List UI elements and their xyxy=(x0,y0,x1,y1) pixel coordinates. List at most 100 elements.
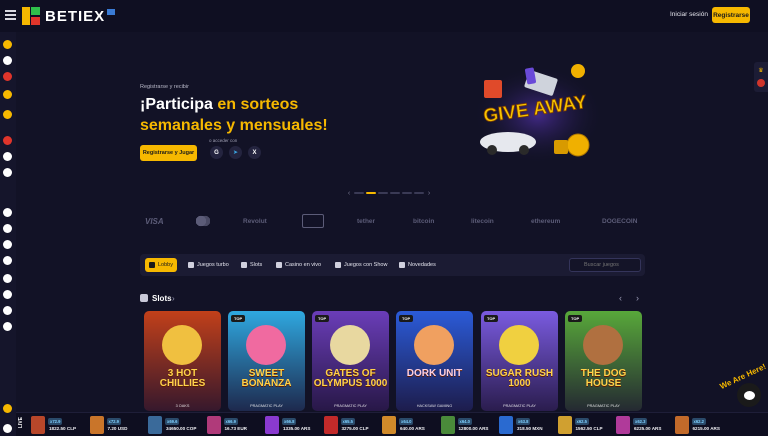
win-multiplier: x66.9 xyxy=(223,418,238,425)
thumbs-up-icon[interactable] xyxy=(3,290,12,299)
tab-icon xyxy=(188,262,194,268)
carousel-indicators: ‹ › xyxy=(346,190,432,197)
gear-icon[interactable] xyxy=(3,306,12,315)
flag-icon[interactable] xyxy=(3,404,12,413)
win-multiplier: x62.3 xyxy=(633,418,648,425)
tennis-icon[interactable] xyxy=(3,168,12,177)
top-bar: BETIEX Iniciar sesión Registrarse xyxy=(0,0,768,32)
win-amount: 3275.00 CLP xyxy=(341,426,369,431)
carousel-next-icon[interactable]: › xyxy=(426,190,432,197)
tab-lobby[interactable]: Lobby xyxy=(145,258,177,272)
game-title: 3 HOT CHILLIES xyxy=(159,368,206,389)
game-thumbnail xyxy=(557,416,572,434)
spade-icon[interactable] xyxy=(3,322,12,331)
win-amount: 7.20 USD xyxy=(107,426,128,431)
search-input[interactable] xyxy=(569,258,641,272)
trophy-icon[interactable]: ♛ xyxy=(757,66,765,74)
giveaway-banner[interactable]: GIVE AWAY xyxy=(470,60,605,165)
social-login-label: o acceder con xyxy=(209,138,238,143)
carousel-dot[interactable] xyxy=(378,192,388,194)
google-login-button[interactable]: G xyxy=(210,146,223,159)
promo-icon[interactable] xyxy=(757,79,765,87)
soccer-icon[interactable] xyxy=(3,56,12,65)
carousel-dot[interactable] xyxy=(402,192,412,194)
hero-title: ¡Participa en sorteos semanales y mensua… xyxy=(140,94,370,136)
calendar-icon[interactable] xyxy=(3,136,12,145)
game-title: SUGAR RUSH 1000 xyxy=(485,368,554,389)
win-amount: 34650.00 COP xyxy=(166,426,197,431)
slots-title[interactable]: Slots xyxy=(152,294,172,303)
game-title: SWEET BONANZA xyxy=(241,368,292,389)
tv-icon[interactable] xyxy=(3,274,12,283)
flag-icon xyxy=(107,9,116,15)
game-thumbnail xyxy=(31,416,45,434)
prev-arrow-icon[interactable]: ‹ xyxy=(619,293,622,303)
basketball-icon[interactable] xyxy=(3,208,12,217)
game-title: THE DOG HOUSE xyxy=(580,368,627,389)
win-amount: 1822.50 CLP xyxy=(49,426,77,431)
tab-label: Slots xyxy=(250,262,263,268)
win-multiplier: x62.2 xyxy=(691,418,706,425)
brand-logo[interactable]: BETIEX xyxy=(22,6,116,26)
trophy-icon[interactable] xyxy=(3,152,12,161)
game-card[interactable]: TOP DORK UNIT HACKSAW GAMING xyxy=(396,311,473,411)
carousel-dot[interactable] xyxy=(390,192,400,194)
casino-icon[interactable] xyxy=(3,40,12,49)
tab-slots[interactable]: Slots xyxy=(237,258,266,272)
top-badge: TOP xyxy=(315,315,330,322)
coin-stack-icon xyxy=(554,140,568,154)
hero-register-button[interactable]: Registrarse y Jugar xyxy=(140,145,197,161)
top-badge: TOP xyxy=(568,315,583,322)
tab-label: Juegos turbo xyxy=(197,262,229,268)
tab-juegos-con-show[interactable]: Juegos con Show xyxy=(331,258,391,272)
brand-name: BETIEX xyxy=(45,7,106,25)
chevron-right-icon[interactable]: › xyxy=(172,294,175,303)
bitcoin-logo: bitcoin xyxy=(413,217,435,225)
target-icon[interactable] xyxy=(3,240,12,249)
carousel-dot[interactable] xyxy=(414,192,424,194)
win-amount: 1335.00 ARS xyxy=(283,426,311,431)
mushroom-icon[interactable] xyxy=(3,90,12,99)
win-amount: 318.50 MXN xyxy=(517,426,543,431)
right-rail: ♛ xyxy=(754,62,768,92)
star-icon[interactable] xyxy=(3,256,12,265)
game-provider: HACKSAW GAMING xyxy=(416,404,453,408)
carousel-prev-icon[interactable]: ‹ xyxy=(346,190,352,197)
headset-icon[interactable] xyxy=(3,424,12,433)
game-card[interactable]: TOP SWEET BONANZA PRAGMATIC PLAY xyxy=(228,311,305,411)
gift-icon[interactable] xyxy=(3,224,12,233)
game-provider: PRAGMATIC PLAY xyxy=(587,404,620,408)
register-button[interactable]: Registrarse xyxy=(712,7,750,23)
carousel-dot[interactable] xyxy=(366,192,376,194)
win-amount: 16.73 EUR xyxy=(224,426,247,431)
game-thumbnail xyxy=(499,416,513,434)
tab-casino-en-vivo[interactable]: Casino en vivo xyxy=(272,258,325,272)
game-card[interactable]: TOP GATES OF OLYMPUS 1000 PRAGMATIC PLAY xyxy=(312,311,389,411)
tab-juegos-turbo[interactable]: Juegos turbo xyxy=(184,258,233,272)
tab-novedades[interactable]: Novedades xyxy=(395,258,440,272)
win-multiplier: x72.9 xyxy=(48,418,63,425)
tab-label: Juegos con Show xyxy=(344,262,388,268)
carousel-dot[interactable] xyxy=(354,192,364,194)
menu-icon[interactable] xyxy=(5,10,16,20)
tab-label: Lobby xyxy=(158,262,173,268)
tab-icon xyxy=(241,262,247,268)
game-card[interactable]: 3 HOT CHILLIES 3 OAKS xyxy=(144,311,221,411)
telegram-login-button[interactable]: ➤ xyxy=(229,146,242,159)
chat-button[interactable] xyxy=(737,383,761,407)
next-arrow-icon[interactable]: › xyxy=(636,293,639,303)
login-link[interactable]: Iniciar sesión xyxy=(670,11,708,18)
fruit-icon[interactable] xyxy=(3,72,12,81)
game-title: GATES OF OLYMPUS 1000 xyxy=(313,368,388,389)
chat-bubble-icon xyxy=(743,390,755,400)
x-login-button[interactable]: X xyxy=(248,146,261,159)
win-multiplier: x64.0 xyxy=(457,418,472,425)
bank-card-logo xyxy=(302,214,324,228)
game-card[interactable]: TOP THE DOG HOUSE PRAGMATIC PLAY xyxy=(565,311,642,411)
game-card[interactable]: TOP SUGAR RUSH 1000 PRAGMATIC PLAY xyxy=(481,311,558,411)
game-provider: PRAGMATIC PLAY xyxy=(250,404,283,408)
game-artwork xyxy=(583,325,623,365)
tab-icon xyxy=(335,262,341,268)
chip-icon[interactable] xyxy=(3,110,12,119)
ethereum-logo: ethereum xyxy=(531,217,561,225)
